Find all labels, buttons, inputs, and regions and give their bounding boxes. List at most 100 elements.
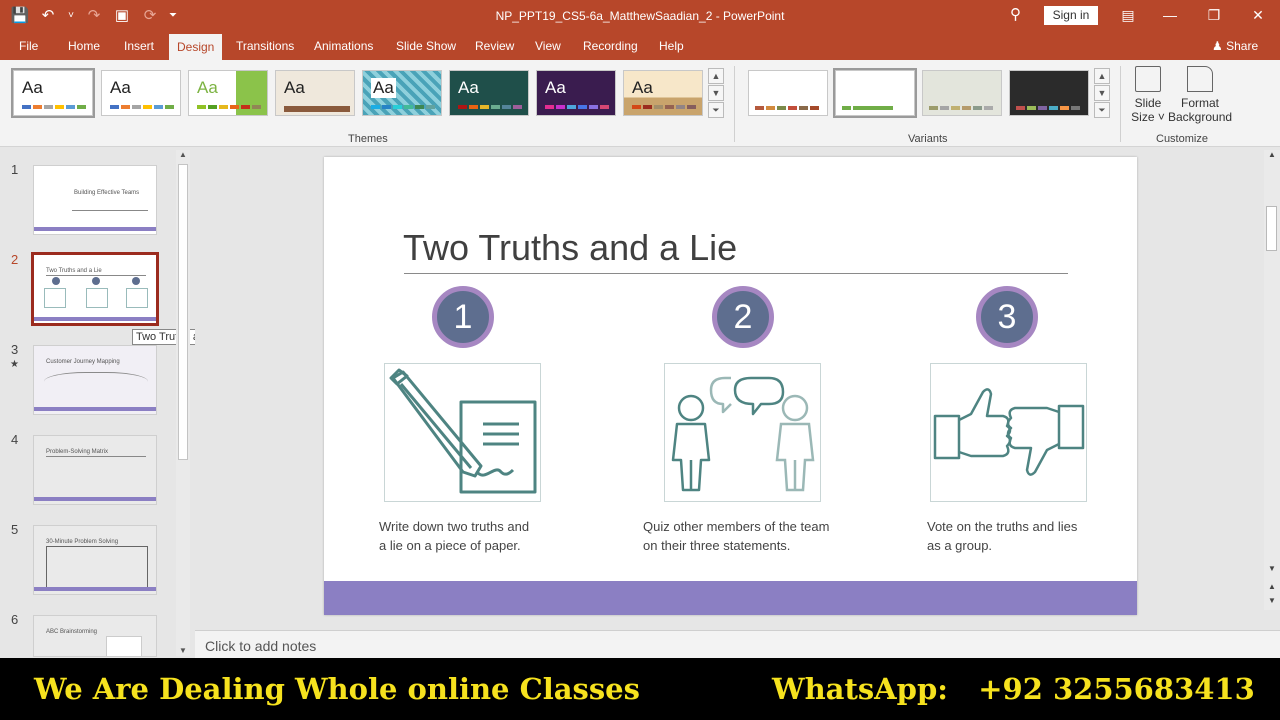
animation-star-icon: ★	[10, 359, 19, 370]
theme-ion-boardroom[interactable]: Aa	[449, 70, 529, 116]
slide-size-icon	[1135, 66, 1161, 92]
scroll-up-icon[interactable]: ▲	[1266, 150, 1278, 159]
step-caption: Write down two truths and a lie on a pie…	[379, 517, 579, 555]
slide-thumbnail-4[interactable]: Problem-Solving Matrix	[33, 435, 157, 505]
sign-in-button[interactable]: Sign in	[1044, 6, 1098, 25]
format-background-icon	[1187, 66, 1213, 92]
slide-title[interactable]: Two Truths and a Lie	[403, 227, 737, 269]
people-talking-icon-box[interactable]	[664, 363, 821, 502]
thumbnail-rule	[46, 456, 146, 457]
group-divider	[734, 66, 735, 142]
thumbnail-step-circle	[52, 277, 60, 285]
tab-insert[interactable]: Insert	[124, 39, 154, 53]
variant-1[interactable]	[748, 70, 828, 116]
themes-gallery-scroll[interactable]: ▲ ▼ ⏷	[708, 68, 724, 120]
slide-footer-band	[324, 581, 1137, 615]
format-background-button[interactable]: Format Background	[1168, 66, 1232, 124]
group-divider	[1120, 66, 1121, 142]
thumbnail-icon-box	[44, 288, 66, 308]
variants-group-label: Variants	[908, 133, 948, 145]
tab-view[interactable]: View	[535, 39, 561, 53]
minimize-icon[interactable]: —	[1158, 5, 1182, 25]
theme-office[interactable]: Aa	[11, 68, 95, 118]
scroll-down-icon[interactable]: ▼	[708, 85, 724, 101]
tab-recording[interactable]: Recording	[583, 39, 638, 53]
scrollbar-thumb[interactable]	[178, 164, 188, 460]
theme-office-2[interactable]: Aa	[101, 70, 181, 116]
share-button[interactable]: ♟ Share	[1212, 39, 1258, 53]
theme-preview-text: Aa	[632, 78, 653, 97]
slide-scrollbar[interactable]: ▲ ▼ ▲ ▼	[1264, 150, 1280, 610]
variant-3[interactable]	[922, 70, 1002, 116]
step-caption-line: Vote on the truths and lies	[927, 519, 1078, 534]
close-icon[interactable]: ✕	[1246, 5, 1270, 25]
scroll-down-icon[interactable]: ▼	[1094, 85, 1110, 101]
pen-paper-icon-box[interactable]	[384, 363, 541, 502]
scroll-down-icon[interactable]: ▼	[176, 646, 190, 658]
step-number-circle: 3	[976, 286, 1038, 348]
scroll-up-icon[interactable]: ▲	[1094, 68, 1110, 84]
theme-organic[interactable]: Aa	[536, 70, 616, 116]
theme-preview-text: Aa	[458, 78, 479, 97]
step-caption-line: as a group.	[927, 538, 993, 553]
scroll-up-icon[interactable]: ▲	[176, 150, 190, 162]
theme-facet[interactable]: Aa	[188, 70, 268, 116]
theme-integral[interactable]: Aa	[275, 70, 355, 116]
promo-banner: We Are Dealing Whole online Classes What…	[0, 658, 1280, 720]
theme-preview-text: Aa	[371, 78, 396, 98]
step-caption-line: Quiz other members of the team	[643, 519, 830, 534]
slide-thumbnail-2[interactable]: Two Truths and a Lie	[31, 252, 159, 326]
tab-file[interactable]: File	[19, 39, 38, 53]
thumbnails-scrollbar[interactable]: ▲ ▼	[176, 150, 190, 656]
slide-thumbnail-3[interactable]: Customer Journey Mapping	[33, 345, 157, 415]
tab-slide-show[interactable]: Slide Show	[396, 39, 456, 53]
step-number-circle: 1	[432, 286, 494, 348]
step-caption-line: a lie on a piece of paper.	[379, 538, 521, 553]
scrollbar-thumb[interactable]	[1266, 206, 1277, 251]
notes-pane[interactable]: Click to add notes	[195, 630, 1280, 658]
more-variants-icon[interactable]: ⏷	[1094, 102, 1110, 118]
previous-slide-icon[interactable]: ▲	[1266, 582, 1278, 591]
scroll-up-icon[interactable]: ▲	[708, 68, 724, 84]
search-icon[interactable]: ⚲	[1010, 7, 1026, 23]
theme-wood-type[interactable]: Aa	[623, 70, 703, 116]
tab-home[interactable]: Home	[68, 39, 100, 53]
slide-number: 2	[11, 252, 19, 267]
thumbnail-band	[34, 227, 156, 231]
thumbnail-title: ABC Brainstorming	[46, 629, 98, 635]
share-label: Share	[1226, 39, 1259, 53]
ribbon-tabs: File Home Insert Design Transitions Anim…	[0, 32, 1280, 60]
step-number-circle: 2	[712, 286, 774, 348]
next-slide-icon[interactable]: ▼	[1266, 596, 1278, 605]
thumbnail-rule	[72, 210, 148, 211]
variant-2[interactable]	[833, 68, 917, 118]
slide-thumbnail-5[interactable]: 30-Minute Problem Solving	[33, 525, 157, 595]
tab-help[interactable]: Help	[659, 39, 684, 53]
ribbon-display-options-icon[interactable]: ▤	[1116, 5, 1140, 25]
restore-icon[interactable]: ❐	[1202, 5, 1226, 25]
theme-ion[interactable]: Aa	[362, 70, 442, 116]
theme-preview-text: Aa	[22, 78, 43, 97]
thumbnail-title: Building Effective Teams	[74, 190, 140, 196]
variants-gallery-scroll[interactable]: ▲ ▼ ⏷	[1094, 68, 1110, 120]
slide-size-button[interactable]: Slide Size ˅	[1130, 66, 1166, 124]
notes-placeholder[interactable]: Click to add notes	[205, 638, 316, 654]
variant-4[interactable]	[1009, 70, 1089, 116]
tab-transitions[interactable]: Transitions	[236, 39, 294, 53]
themes-group-label: Themes	[348, 133, 388, 145]
title-rule	[404, 273, 1068, 274]
more-themes-icon[interactable]: ⏷	[708, 102, 724, 118]
thumbnail-journey-path	[44, 372, 148, 396]
people-talking-icon	[671, 376, 815, 492]
slide-thumbnail-6[interactable]: ABC Brainstorming	[33, 615, 157, 657]
thumbnail-step-circle	[92, 277, 100, 285]
tab-review[interactable]: Review	[475, 39, 514, 53]
thumbnail-icon-box	[126, 288, 148, 308]
current-slide[interactable]: Two Truths and a Lie 1 2 3 Write down tw…	[324, 157, 1137, 615]
tab-design[interactable]: Design	[169, 34, 223, 60]
slide-thumbnail-1[interactable]: Building Effective Teams	[33, 165, 157, 235]
thumbs-vote-icon-box[interactable]	[930, 363, 1087, 502]
scroll-down-icon[interactable]: ▼	[1266, 564, 1278, 573]
tab-animations[interactable]: Animations	[314, 39, 373, 53]
thumbnail-band	[34, 317, 156, 321]
